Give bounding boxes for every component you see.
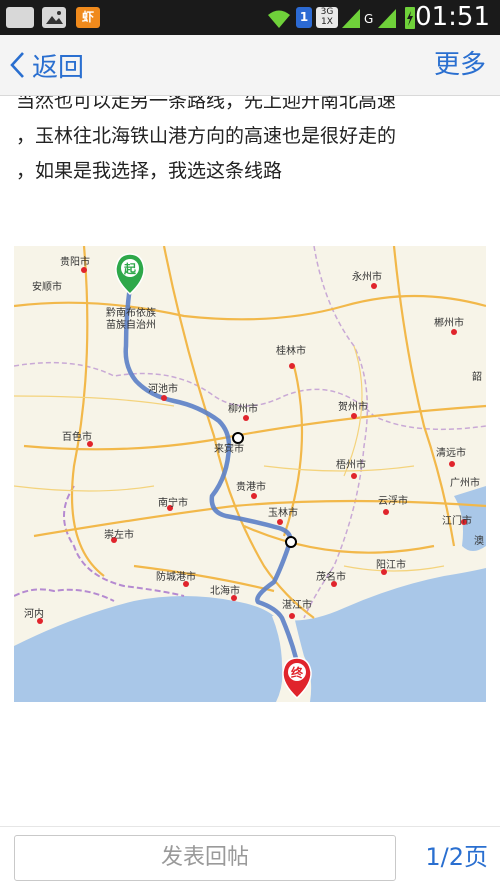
post-body: 当然也可以走另一条路线，先上迎升南北高速 ，玉林往北海铁山港方向的高速也是很好走… (16, 96, 490, 189)
city-label: 云浮市 (378, 494, 408, 507)
city-label: 百色市 (62, 430, 92, 443)
city-label: 梧州市 (336, 458, 366, 471)
waypoint-marker (285, 536, 297, 548)
city-label: 来宾市 (214, 442, 244, 455)
city-label: 河内 (24, 607, 44, 620)
more-button[interactable]: 更多 (434, 45, 486, 85)
status-bar: 虾 1 3G 1X G 01:51 (0, 0, 500, 35)
city-label: 桂林市 (276, 344, 306, 357)
start-marker-label: 起 (123, 261, 137, 276)
app-notification-icon: 虾 (76, 7, 100, 28)
city-label: 清远市 (436, 446, 466, 459)
post-content: 当然也可以走另一条路线，先上迎升南北高速 ，玉林往北海铁山港方向的高速也是很好走… (0, 96, 500, 826)
city-label: 黔南布依族 (106, 306, 156, 319)
city-label: 柳州市 (228, 402, 258, 415)
city-label: 贵阳市 (60, 255, 90, 268)
page-indicator[interactable]: 1/2页 (425, 835, 488, 879)
app-header: 返回 更多 (0, 35, 500, 96)
city-label: 郴州市 (434, 316, 464, 329)
waypoint-marker (232, 432, 244, 444)
city-label: 韶 (472, 370, 482, 383)
signal-g-label: G (364, 12, 374, 26)
city-label: 崇左市 (104, 528, 134, 541)
city-label: 苗族自治州 (106, 318, 156, 331)
city-label: 防城港市 (156, 570, 196, 583)
reply-input[interactable]: 发表回帖 (14, 835, 396, 881)
city-label: 贵港市 (236, 480, 266, 493)
city-label: 永州市 (352, 270, 382, 283)
city-label: 湛江市 (282, 598, 312, 611)
status-clock: 01:51 (415, 2, 490, 32)
city-label: 南宁市 (158, 496, 188, 509)
signal-bars-icon (378, 9, 396, 28)
city-label: 河池市 (148, 382, 178, 395)
city-label: 广州市 (450, 476, 480, 489)
network-type-badge: 3G 1X (316, 7, 338, 28)
chevron-left-icon (10, 52, 24, 78)
photo-notification-icon (6, 7, 34, 28)
post-line: 当然也可以走另一条路线，先上迎升南北高速 (16, 96, 397, 112)
post-line: ，如果是我选择，我选这条线路 (16, 160, 283, 182)
bottom-bar: 发表回帖 1/2页 (0, 826, 500, 890)
city-label: 江门市 (442, 514, 472, 527)
city-label: 贺州市 (338, 400, 368, 413)
back-button[interactable]: 返回 (8, 45, 84, 85)
city-label: 玉林市 (268, 506, 298, 519)
back-button-label: 返回 (32, 52, 85, 83)
signal-icon (342, 9, 360, 28)
city-label: 阳江市 (376, 558, 406, 571)
city-label: 茂名市 (316, 570, 346, 583)
post-line: ，玉林往北海铁山港方向的高速也是很好走的 (16, 125, 397, 147)
city-label: 北海市 (210, 584, 240, 597)
wifi-icon (268, 10, 290, 28)
city-label: 澳 (474, 534, 484, 547)
sim-badge: 1 (296, 7, 312, 28)
image-icon (42, 7, 66, 28)
route-map-image[interactable]: 起 终 贵阳市 安顺市 永州市 郴州市 黔南布依族 苗族自治州 桂林市 河池市 … (14, 246, 486, 702)
end-marker-label: 终 (291, 665, 304, 680)
city-label: 安顺市 (32, 280, 62, 293)
